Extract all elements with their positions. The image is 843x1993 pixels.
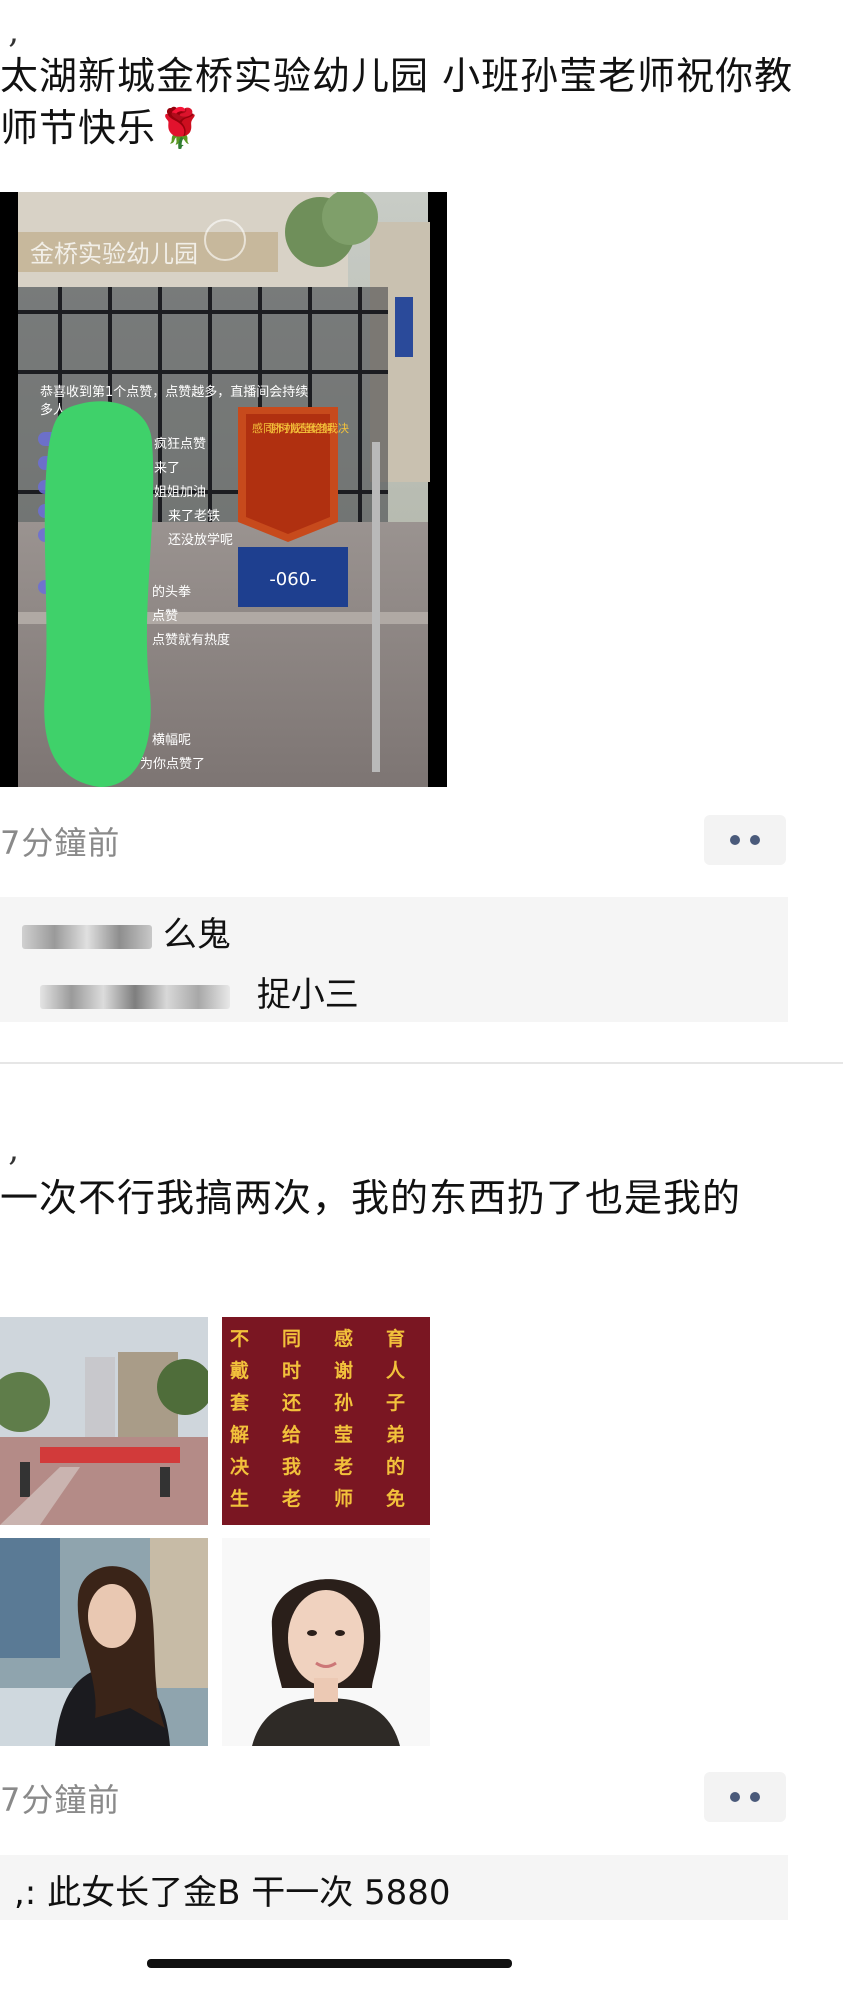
svg-text:弟: 弟 <box>386 1423 405 1446</box>
banner-vertical-text: 感同不谢时戴 孙还套莹给解 老我决 <box>252 421 349 435</box>
chat-line: 来了老铁 <box>168 509 220 524</box>
post-timestamp: 7分鐘前 <box>0 824 121 862</box>
blurred-username <box>40 984 230 1009</box>
svg-text:时: 时 <box>282 1360 301 1382</box>
comment-item[interactable]: 么鬼 <box>22 907 231 956</box>
chat-line: 点赞 <box>152 609 178 624</box>
banner-number: -060- <box>269 569 316 590</box>
svg-text:同: 同 <box>282 1328 301 1350</box>
svg-text:谢: 谢 <box>334 1359 353 1382</box>
svg-text:人: 人 <box>386 1360 406 1382</box>
post-quote-mark: ‚ <box>8 11 19 51</box>
more-dot-icon <box>730 1792 740 1802</box>
chat-line: 来了 <box>154 461 180 476</box>
grid-image-street[interactable] <box>0 1317 208 1525</box>
post-text: 一次不行我搞两次，我的东西扔了也是我的 <box>0 1176 742 1220</box>
comment-text: 么鬼 <box>162 915 231 955</box>
comment-item[interactable]: ,: 此女长了金B 干一次 5880 <box>14 1865 451 1914</box>
comments-panel: 么鬼 捉小三 <box>0 897 788 1022</box>
gate-sign-text: 金桥实验幼儿园 <box>30 240 198 268</box>
chat-line: 姐姐加油 <box>154 485 206 500</box>
svg-text:的: 的 <box>386 1455 405 1478</box>
chat-line: 的头拳 <box>152 584 191 600</box>
comment-item[interactable]: 捉小三 <box>40 967 359 1016</box>
svg-text:老: 老 <box>282 1487 301 1510</box>
svg-text:不: 不 <box>230 1328 249 1350</box>
blurred-username <box>22 924 152 949</box>
svg-text:决: 决 <box>230 1456 250 1478</box>
video-thumbnail[interactable]: 金桥实验幼儿园 -060- 感同不 谢时戴 孙还套 莹给解 老我决 恭喜收到第1… <box>0 189 447 787</box>
grid-image-selfie[interactable] <box>0 1538 208 1746</box>
svg-text:解: 解 <box>230 1423 249 1446</box>
svg-text:我: 我 <box>282 1456 301 1478</box>
chat-line: 疯狂点赞 <box>154 436 206 452</box>
chat-line: 还没放学呢 <box>168 532 233 548</box>
svg-text:感: 感 <box>334 1327 353 1350</box>
svg-text:生: 生 <box>230 1487 249 1510</box>
svg-text:子: 子 <box>386 1392 405 1414</box>
post-timestamp: 7分鐘前 <box>0 1781 121 1819</box>
comments-panel: ,: 此女长了金B 干一次 5880 <box>0 1855 788 1920</box>
post-quote-mark: ‚ <box>8 1129 19 1169</box>
comment-text: 捉小三 <box>256 975 359 1015</box>
post-divider <box>0 1062 843 1064</box>
svg-text:还: 还 <box>281 1392 302 1414</box>
svg-text:孙: 孙 <box>334 1392 353 1414</box>
chat-line: 恭喜收到第1个点赞，点赞越多，直播间会持续 <box>40 384 308 400</box>
more-actions-button[interactable] <box>704 1772 786 1822</box>
chat-line: 点赞就有热度 <box>152 632 230 648</box>
svg-text:给: 给 <box>282 1423 301 1446</box>
comment-text: ,: 此女长了金B 干一次 5880 <box>14 1873 451 1913</box>
post-text: 太湖新城金桥实验幼儿园 小班孙莹老师祝你教师节快乐🌹 <box>0 54 794 150</box>
live-stream-frame: 金桥实验幼儿园 -060- 感同不谢时戴 孙还套莹给解 老我决 恭喜收到第1个点… <box>18 189 430 787</box>
grid-image-idphoto[interactable] <box>222 1538 430 1746</box>
grid-image-banner[interactable]: 不戴套解决生 同时还给我老 感谢孙莹老师 育人子弟的免 <box>222 1317 430 1525</box>
svg-text:戴: 戴 <box>230 1359 249 1382</box>
more-dot-icon <box>730 835 740 845</box>
chat-line: 横幅呢 <box>152 733 191 748</box>
more-actions-button[interactable] <box>704 815 786 865</box>
more-dot-icon <box>750 835 760 845</box>
svg-text:莹: 莹 <box>334 1423 353 1446</box>
chat-line: 为你点赞了 <box>140 757 205 772</box>
svg-text:老我决: 老我决 <box>316 422 349 435</box>
home-indicator[interactable] <box>147 1959 512 1968</box>
svg-text:免: 免 <box>386 1487 405 1510</box>
svg-text:师: 师 <box>334 1488 353 1510</box>
svg-text:育: 育 <box>386 1327 405 1350</box>
more-dot-icon <box>750 1792 760 1802</box>
svg-text:套: 套 <box>229 1391 250 1414</box>
svg-text:老: 老 <box>334 1455 353 1478</box>
